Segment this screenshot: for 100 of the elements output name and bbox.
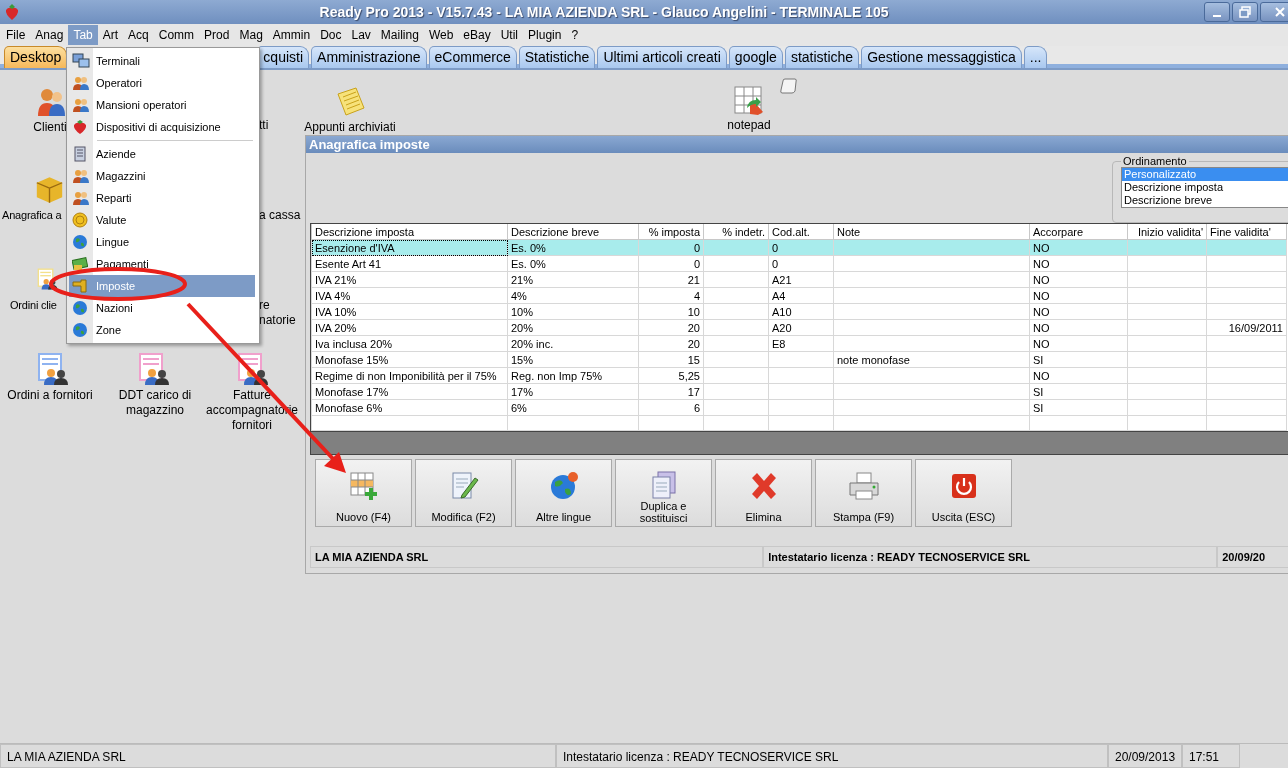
menu-option[interactable]: Nazioni <box>69 297 255 319</box>
menu-item[interactable]: Art <box>97 25 124 45</box>
column-header[interactable]: Descrizione breve <box>507 224 639 240</box>
menu-item[interactable]: Util <box>495 25 524 45</box>
table-row[interactable]: IVA 21% 21% 21 A21 NO <box>311 271 1287 288</box>
tab[interactable]: Statistiche <box>518 46 596 68</box>
tab[interactable]: cquisti <box>257 46 310 68</box>
table-cell: Monofase 15% <box>315 353 389 366</box>
menu-item[interactable]: Prod <box>199 25 235 45</box>
column-header[interactable]: Accorpare <box>1029 224 1128 240</box>
desktop-icon-label[interactable]: Anagrafica a <box>2 208 64 223</box>
tab[interactable]: Ultimi articoli creati <box>597 46 727 68</box>
menu-option[interactable]: Mansioni operatori <box>69 94 255 116</box>
table-row[interactable]: Esenzione d'IVA Es. 0% 0 0 NO <box>311 239 1287 256</box>
list-option[interactable]: Descrizione breve <box>1122 194 1288 207</box>
menu-option[interactable]: Dispositivi di acquisizione <box>69 116 255 138</box>
document-people-icon <box>138 352 170 386</box>
tab[interactable]: Gestione messaggistica <box>861 46 1022 68</box>
table-cell: 20 <box>687 337 700 350</box>
minimize-button[interactable] <box>1204 2 1230 22</box>
column-header[interactable]: Inizio validita' <box>1127 224 1207 240</box>
menu-option[interactable]: Magazzini <box>69 165 255 187</box>
tab[interactable]: Amministrazione <box>311 46 427 68</box>
table-cell: Esente Art 41 <box>315 257 382 270</box>
toolbar-button[interactable]: Altre lingue <box>515 459 612 527</box>
menu-option[interactable]: Terminali <box>69 50 255 72</box>
desktop-icon-label[interactable]: re natorie <box>259 298 303 328</box>
tab[interactable]: google <box>728 46 783 68</box>
column-header[interactable]: % imposta <box>638 224 704 240</box>
table-cell: SI <box>1033 353 1044 366</box>
menu-item[interactable]: Plugin <box>523 25 567 45</box>
toolbar-button[interactable]: Stampa (F9) <box>815 459 912 527</box>
toolbar-button[interactable]: Nuovo (F4) <box>315 459 412 527</box>
coin-icon <box>72 212 88 228</box>
column-header[interactable]: % indetr. <box>703 224 769 240</box>
desktop-icon-label[interactable]: tti <box>259 118 299 133</box>
menu-item[interactable]: Anag <box>30 25 69 45</box>
desktop-icon-label[interactable]: DDT carico di magazzino <box>105 388 205 418</box>
tab[interactable]: ... <box>1023 46 1048 68</box>
table-cell: 10% <box>511 305 534 318</box>
group-title: Ordinamento <box>1122 155 1188 167</box>
table-row[interactable]: Monofase 17% 17% 17 SI <box>311 383 1287 400</box>
menu-item[interactable]: File <box>1 25 31 45</box>
toolbar-button[interactable]: Modifica (F2) <box>415 459 512 527</box>
table-cell: A20 <box>772 321 792 334</box>
menu-item[interactable]: eBay <box>458 25 496 45</box>
minimize-icon <box>1213 15 1221 17</box>
table-row[interactable]: Monofase 6% 6% 6 SI <box>311 399 1287 416</box>
computer-icon <box>72 53 90 69</box>
table-row[interactable]: IVA 10% 10% 10 A10 NO <box>311 303 1287 320</box>
tab[interactable]: eCommerce <box>428 46 517 68</box>
table-cell: 0 <box>772 241 779 254</box>
toolbar-button[interactable]: Duplica e sostituisci <box>615 459 712 527</box>
tab[interactable]: statistiche <box>784 46 860 68</box>
menu-option[interactable]: Zone <box>69 319 255 341</box>
desktop-icon-label[interactable]: Appunti archiviati <box>300 120 400 135</box>
people-icon <box>37 86 67 118</box>
menu-item[interactable]: Comm <box>153 25 200 45</box>
building-icon <box>72 146 88 162</box>
column-header[interactable]: Descrizione imposta <box>311 224 508 240</box>
desktop-icon-label[interactable]: notepad <box>709 118 789 133</box>
column-header[interactable]: Fine validita' <box>1206 224 1287 240</box>
menu-option[interactable]: Valute <box>69 209 255 231</box>
table-row[interactable]: IVA 20% 20% 20 A20 NO 16/09/2011 <box>311 319 1287 336</box>
column-header[interactable]: Note <box>833 224 1030 240</box>
menu-option[interactable]: Operatori <box>69 72 255 94</box>
menu-option[interactable]: Aziende <box>69 143 255 165</box>
status-field: Intestatario licenza : READY TECNOSERVICE SRL <box>763 546 1218 568</box>
desktop-icon-label[interactable]: a cassa <box>259 208 303 223</box>
restore-button[interactable] <box>1232 2 1258 22</box>
table-cell: Reg. non Imp 75% <box>511 369 603 382</box>
menu-item[interactable]: Doc <box>315 25 347 45</box>
table-cell: NO <box>1033 273 1050 286</box>
menu-item[interactable]: Mailing <box>375 25 424 45</box>
restore-icon <box>1239 6 1251 18</box>
note-icon <box>334 86 366 118</box>
table-row[interactable]: Esente Art 41 Es. 0% 0 0 NO <box>311 255 1287 272</box>
table-cell: Es. 0% <box>511 241 546 254</box>
menu-item[interactable]: Ammin <box>267 25 316 45</box>
table-row[interactable]: Regime di non Imponibilità per il 75% Reg. non Imp 75% 5,25 NO <box>311 367 1287 384</box>
close-button[interactable] <box>1260 2 1288 22</box>
toolbar-button[interactable]: Uscita (ESC) <box>915 459 1012 527</box>
menu-item[interactable]: Acq <box>123 25 154 45</box>
list-option[interactable]: Descrizione imposta <box>1122 181 1288 194</box>
menu-item[interactable]: Mag <box>234 25 268 45</box>
tab[interactable]: Desktop <box>4 46 68 68</box>
table-row[interactable]: Iva inclusa 20% 20% inc. 20 E8 NO <box>311 335 1287 352</box>
desktop-icon-label[interactable]: Ordini clie <box>10 298 58 313</box>
table-cell: 6 <box>693 401 700 414</box>
menu-option[interactable]: Lingue <box>69 231 255 253</box>
menu-item[interactable]: Lav <box>346 25 376 45</box>
menu-item[interactable]: Web <box>423 25 459 45</box>
desktop-icon-label[interactable]: Ordini a fornitori <box>0 388 100 403</box>
toolbar-button[interactable]: Elimina <box>715 459 812 527</box>
menu-option[interactable]: Pagamenti <box>69 253 255 275</box>
table-row[interactable]: Monofase 15% 15% 15 note monofase SI <box>311 351 1287 368</box>
menu-option[interactable]: Reparti <box>69 187 255 209</box>
menu-item[interactable]: ? <box>566 25 584 45</box>
column-header[interactable]: Cod.alt. <box>768 224 834 240</box>
table-row[interactable]: IVA 4% 4% 4 A4 NO <box>311 287 1287 304</box>
